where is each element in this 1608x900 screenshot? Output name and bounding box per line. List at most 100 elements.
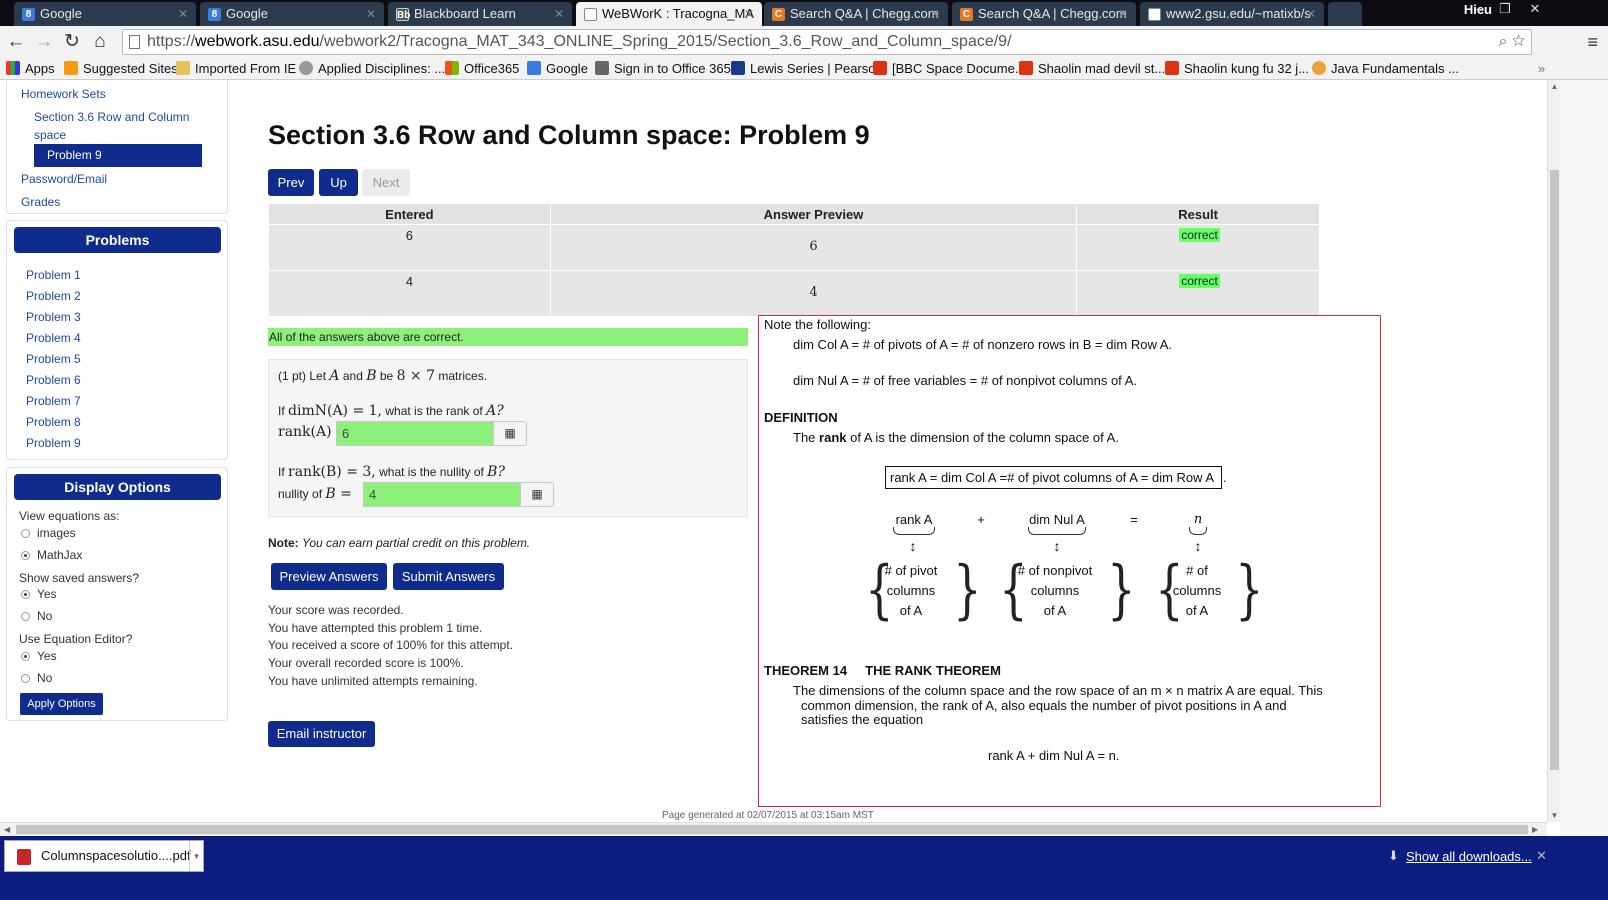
youtube-icon bbox=[1019, 61, 1033, 75]
restore-icon[interactable]: ❐ bbox=[1491, 0, 1519, 18]
homework-sets-link[interactable]: Homework Sets bbox=[21, 87, 106, 101]
tab-webwork[interactable]: WeBWorK : Tracogna_MA ✕ bbox=[576, 2, 762, 26]
more-bookmarks-icon[interactable]: » bbox=[1538, 60, 1545, 78]
underbrace bbox=[893, 527, 935, 535]
tab-title: WeBWorK : Tracogna_MA bbox=[602, 6, 754, 21]
minimize-icon[interactable]: – bbox=[1465, 0, 1493, 18]
close-icon[interactable]: ✕ bbox=[1536, 848, 1547, 864]
radio-images[interactable] bbox=[21, 529, 30, 538]
youtube-icon bbox=[1165, 61, 1179, 75]
bookmark-shaolin-1[interactable]: Shaolin mad devil st... bbox=[1019, 60, 1165, 78]
next-button[interactable]: Next bbox=[362, 169, 410, 196]
tab-chegg-1[interactable]: C Search Q&A | Chegg.com ✕ bbox=[764, 2, 948, 26]
bookmark-imported[interactable]: Imported From IE bbox=[176, 60, 296, 78]
chevron-down-icon[interactable]: ▾ bbox=[189, 841, 203, 871]
new-tab-button[interactable] bbox=[1328, 2, 1362, 26]
grades-link[interactable]: Grades bbox=[21, 195, 60, 209]
tab-google-2[interactable]: 8 Google ✕ bbox=[200, 2, 384, 26]
close-icon[interactable]: ✕ bbox=[366, 2, 376, 26]
rank-answer-input[interactable]: 6 bbox=[336, 421, 494, 446]
problem-link-1[interactable]: Problem 1 bbox=[26, 268, 81, 282]
home-icon[interactable]: ⌂ bbox=[88, 30, 112, 54]
problem-link-8[interactable]: Problem 8 bbox=[26, 415, 81, 429]
bookmark-applied[interactable]: Applied Disciplines: ... bbox=[299, 60, 445, 78]
tab-chegg-2[interactable]: C Search Q&A | Chegg.com ✕ bbox=[952, 2, 1136, 26]
java-icon bbox=[1312, 61, 1326, 75]
tab-blackboard[interactable]: Bb Blackboard Learn ✕ bbox=[388, 2, 572, 26]
equation-editor-grid-icon[interactable]: ▦ bbox=[493, 421, 527, 446]
menu-icon[interactable]: ≡ bbox=[1587, 32, 1598, 53]
close-icon[interactable]: ✕ bbox=[554, 2, 564, 26]
reload-icon[interactable]: ↻ bbox=[60, 30, 84, 54]
updown-arrow-icon: ↕ bbox=[909, 538, 917, 554]
email-instructor-button[interactable]: Email instructor bbox=[268, 721, 375, 747]
bookmark-bbc[interactable]: [BBC Space Docume... bbox=[873, 60, 1026, 78]
close-icon[interactable]: ✕ bbox=[930, 2, 940, 26]
submit-answers-button[interactable]: Submit Answers bbox=[393, 563, 504, 590]
problem-link-7[interactable]: Problem 7 bbox=[26, 394, 81, 408]
show-all-downloads-link[interactable]: Show all downloads... bbox=[1406, 849, 1532, 864]
close-icon[interactable]: ✕ bbox=[1306, 2, 1316, 26]
problem-link-6[interactable]: Problem 6 bbox=[26, 373, 81, 387]
scrollbar-thumb[interactable] bbox=[16, 825, 1528, 834]
entered-cell: 4 bbox=[268, 270, 551, 317]
bookmark-apps[interactable]: Apps bbox=[6, 60, 55, 78]
bookmark-star-icon[interactable]: ☆ bbox=[1512, 33, 1525, 50]
youtube-icon bbox=[873, 61, 887, 75]
site-icon bbox=[299, 61, 313, 75]
problem-link-2[interactable]: Problem 2 bbox=[26, 289, 81, 303]
problem-link-9[interactable]: Problem 9 bbox=[26, 436, 81, 450]
use-editor-label: Use Equation Editor? bbox=[19, 632, 133, 646]
radio-editor-no[interactable] bbox=[21, 674, 30, 683]
bookmark-java[interactable]: Java Fundamentals ... bbox=[1312, 60, 1459, 78]
close-window-icon[interactable]: ✕ bbox=[1521, 0, 1549, 18]
tab-gsu[interactable]: www2.gsu.edu/~matixb/s ✕ bbox=[1140, 2, 1324, 26]
up-button[interactable]: Up bbox=[319, 169, 358, 196]
equation-editor-grid-icon[interactable]: ▦ bbox=[520, 482, 554, 507]
problem-link-3[interactable]: Problem 3 bbox=[26, 310, 81, 324]
tab-google-1[interactable]: 8 Google ✕ bbox=[14, 2, 196, 26]
bookmark-office365[interactable]: Office365 bbox=[445, 60, 519, 78]
preview-answers-button[interactable]: Preview Answers bbox=[271, 563, 387, 590]
bookmark-office-signin[interactable]: Sign in to Office 365 bbox=[595, 60, 731, 78]
bookmark-google[interactable]: Google bbox=[527, 60, 588, 78]
apply-options-button[interactable]: Apply Options bbox=[20, 693, 103, 715]
horizontal-scrollbar[interactable]: ◀ ▶ bbox=[0, 822, 1547, 836]
radio-saved-yes[interactable] bbox=[21, 590, 30, 599]
bookmark-pearson[interactable]: Lewis Series | Pearson bbox=[731, 60, 883, 78]
result-cell: correct bbox=[1076, 270, 1320, 317]
pdf-icon bbox=[17, 849, 31, 865]
forward-icon[interactable]: → bbox=[32, 30, 56, 54]
taskbar-strip bbox=[0, 878, 1608, 900]
section-link[interactable]: Section 3.6 Row and Column space bbox=[34, 108, 204, 144]
vertical-scrollbar[interactable]: ▲ ▼ bbox=[1547, 80, 1560, 822]
problem-link-4[interactable]: Problem 4 bbox=[26, 331, 81, 345]
all-correct-message: All of the answers above are correct. bbox=[268, 328, 748, 346]
col-result: Result bbox=[1076, 203, 1320, 225]
radio-saved-no-label: No bbox=[37, 609, 53, 623]
tab-title: www2.gsu.edu/~matixb/s bbox=[1166, 6, 1311, 21]
back-icon[interactable]: ← bbox=[4, 30, 28, 54]
sidebar-nav-box: Homework Sets Section 3.6 Row and Column… bbox=[6, 80, 228, 214]
address-bar[interactable]: https://webwork.asu.edu/webwork2/Tracogn… bbox=[122, 29, 1532, 55]
bookmark-suggested[interactable]: Suggested Sites bbox=[64, 60, 178, 78]
close-icon[interactable]: ✕ bbox=[178, 2, 188, 26]
close-icon[interactable]: ✕ bbox=[1118, 2, 1128, 26]
page-icon bbox=[129, 35, 140, 49]
radio-saved-no[interactable] bbox=[21, 612, 30, 621]
current-problem-link[interactable]: Problem 9 bbox=[34, 144, 202, 167]
download-item[interactable]: Columnspacesolutio....pdf ▾ bbox=[4, 840, 204, 872]
nullity-answer-input[interactable]: 4 bbox=[363, 482, 521, 507]
correct-badge: correct bbox=[1179, 228, 1220, 242]
bookmark-shaolin-2[interactable]: Shaolin kung fu 32 j... bbox=[1165, 60, 1309, 78]
problem-link-5[interactable]: Problem 5 bbox=[26, 352, 81, 366]
close-icon[interactable]: ✕ bbox=[744, 2, 754, 26]
prev-button[interactable]: Prev bbox=[268, 169, 314, 196]
radio-editor-yes[interactable] bbox=[21, 652, 30, 661]
radio-mathjax[interactable] bbox=[21, 551, 30, 560]
scroll-right-icon[interactable]: ▶ bbox=[1532, 823, 1538, 837]
zoom-icon[interactable]: ⌕ bbox=[1499, 33, 1508, 50]
password-email-link[interactable]: Password/Email bbox=[21, 172, 107, 186]
scrollbar-thumb[interactable] bbox=[1550, 170, 1559, 770]
scroll-left-icon[interactable]: ◀ bbox=[4, 823, 10, 837]
